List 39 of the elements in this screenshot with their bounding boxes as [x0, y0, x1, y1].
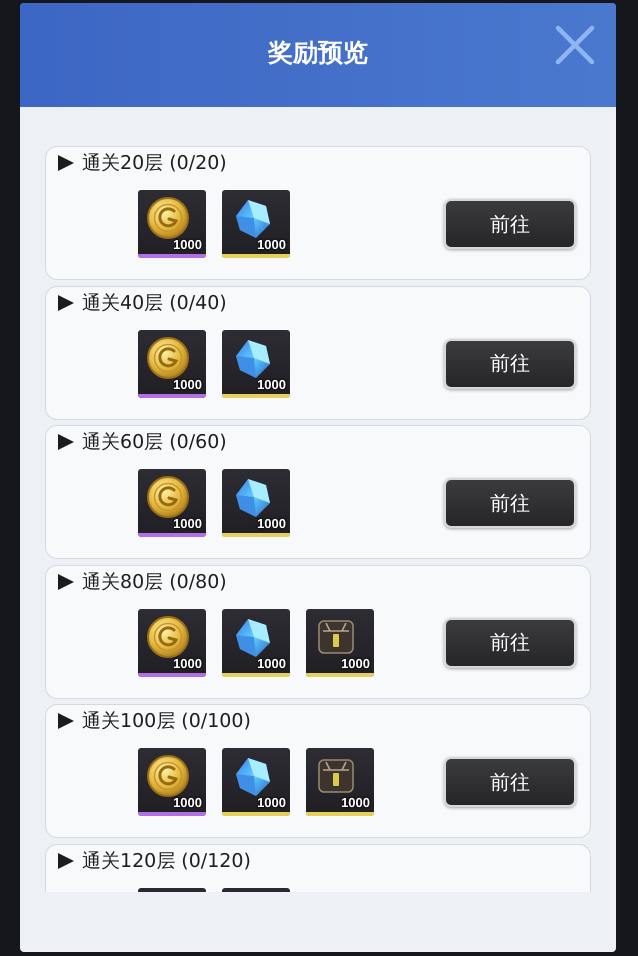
- coin-icon: [146, 196, 190, 240]
- item-count: 1000: [341, 796, 370, 810]
- task-title: 通关120层 (0/120): [82, 848, 251, 872]
- item-count: 1000: [173, 378, 202, 392]
- task-title: 通关100层 (0/100): [82, 709, 251, 733]
- item-count: 1000: [257, 378, 286, 392]
- triangle-icon: [57, 154, 75, 172]
- item-count: 1000: [257, 796, 286, 810]
- item-count: 1000: [257, 656, 286, 670]
- triangle-icon: [57, 433, 75, 451]
- go-button[interactable]: 前往: [444, 478, 576, 528]
- reward-tile: [138, 888, 206, 892]
- coin-icon: [146, 475, 190, 519]
- triangle-icon: [57, 712, 75, 730]
- item-count: 1000: [173, 796, 202, 810]
- item-count: 1000: [173, 517, 202, 531]
- coin-icon: [146, 614, 190, 658]
- task-title: 通关60层 (0/60): [82, 430, 227, 454]
- go-button[interactable]: 前往: [444, 618, 576, 668]
- go-button[interactable]: 前往: [444, 757, 576, 807]
- triangle-icon: [57, 294, 75, 312]
- task-title: 通关20层 (0/20): [82, 151, 227, 175]
- reward-tile: [222, 888, 290, 892]
- task-title: 通关40层 (0/40): [82, 290, 227, 314]
- item-count: 1000: [257, 238, 286, 252]
- item-count: 1000: [257, 517, 286, 531]
- close-icon: [555, 25, 595, 65]
- triangle-icon: [57, 572, 75, 590]
- go-button[interactable]: 前往: [444, 199, 576, 249]
- task-title: 通关80层 (0/80): [82, 570, 227, 594]
- go-button[interactable]: 前往: [444, 338, 576, 388]
- triangle-icon: [57, 852, 75, 870]
- coin-icon: [146, 754, 190, 798]
- close-button[interactable]: [555, 25, 595, 65]
- item-count: 1000: [173, 656, 202, 670]
- coin-icon: [146, 336, 190, 380]
- item-count: 1000: [173, 238, 202, 252]
- dialog-title: 奖励预览: [268, 38, 368, 68]
- item-count: 1000: [341, 656, 370, 670]
